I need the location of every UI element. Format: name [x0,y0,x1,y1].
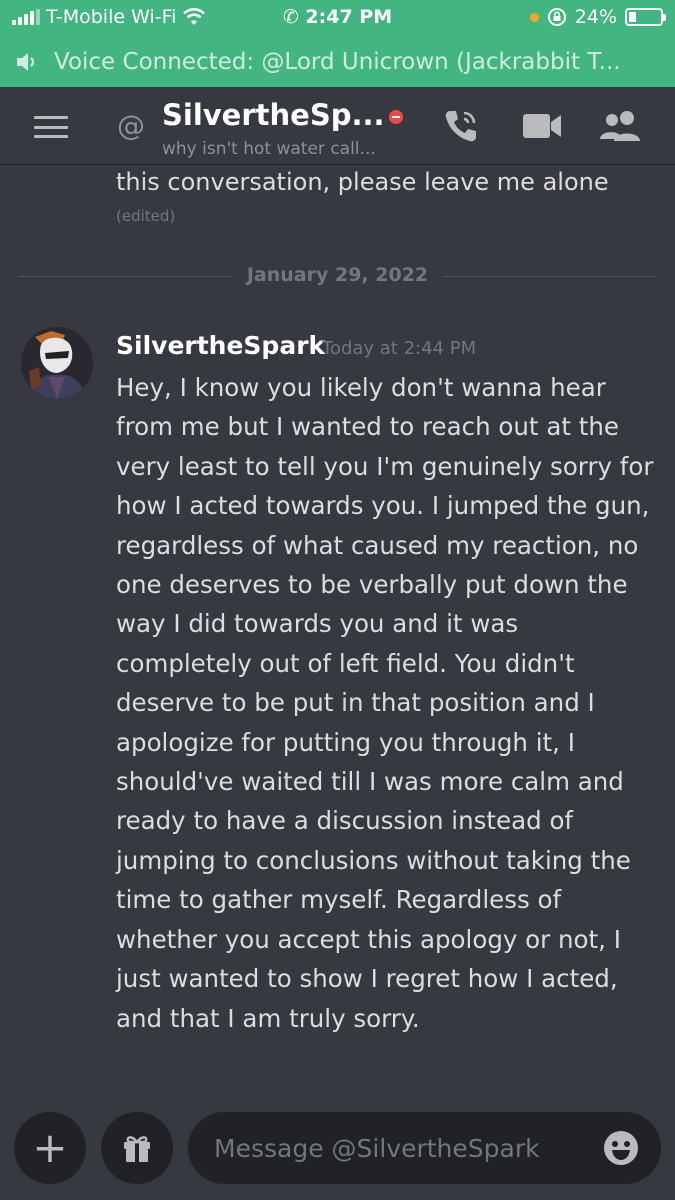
voice-connected-banner[interactable]: Voice Connected: @Lord Unicrown (Jackrab… [0,37,675,87]
channel-header: @ SilvertheSp... why isn't hot water cal… [0,87,675,165]
message-timestamp: Today at 2:44 PM [322,338,477,359]
gift-button[interactable] [101,1112,173,1184]
message-input[interactable] [188,1112,661,1184]
divider-line-right [443,276,657,277]
dnd-status-icon [389,110,403,124]
members-icon[interactable] [598,109,642,143]
hamburger-menu-icon[interactable] [34,116,68,138]
call-icon[interactable] [442,107,480,145]
speaker-icon [17,53,35,71]
phone-icon: ✆ [282,6,299,28]
rotation-lock-icon [547,8,566,26]
voice-connected-text: Voice Connected: @Lord Unicrown (Jackrab… [54,49,621,75]
date-divider-text: January 29, 2022 [246,264,429,286]
status-bar: T-Mobile Wi-Fi ✆ 2:47 PM 24% [0,0,675,37]
video-icon[interactable] [522,111,562,141]
edited-label: (edited) [116,207,176,225]
message-author[interactable]: SilvertheSpark [116,331,325,360]
orange-indicator-dot [529,12,539,22]
dm-status-subtitle: why isn't hot water call... [162,139,376,159]
emoji-icon[interactable] [603,1130,639,1166]
previous-message-text: this conversation, please leave me alone [116,168,609,196]
add-attachment-button[interactable]: + [14,1112,86,1184]
date-divider: January 29, 2022 [18,264,657,290]
message-body: Hey, I know you likely don't wanna hear … [116,373,654,1033]
message-composer: + [0,1096,675,1200]
battery-percent: 24% [574,6,617,28]
avatar[interactable] [21,327,93,399]
at-icon: @ [117,109,145,142]
gift-icon [124,1136,150,1162]
battery-icon [625,8,666,26]
clock-time: 2:47 PM [305,6,393,28]
plus-icon: + [32,1123,68,1172]
dm-title[interactable]: SilvertheSp... [162,98,385,132]
